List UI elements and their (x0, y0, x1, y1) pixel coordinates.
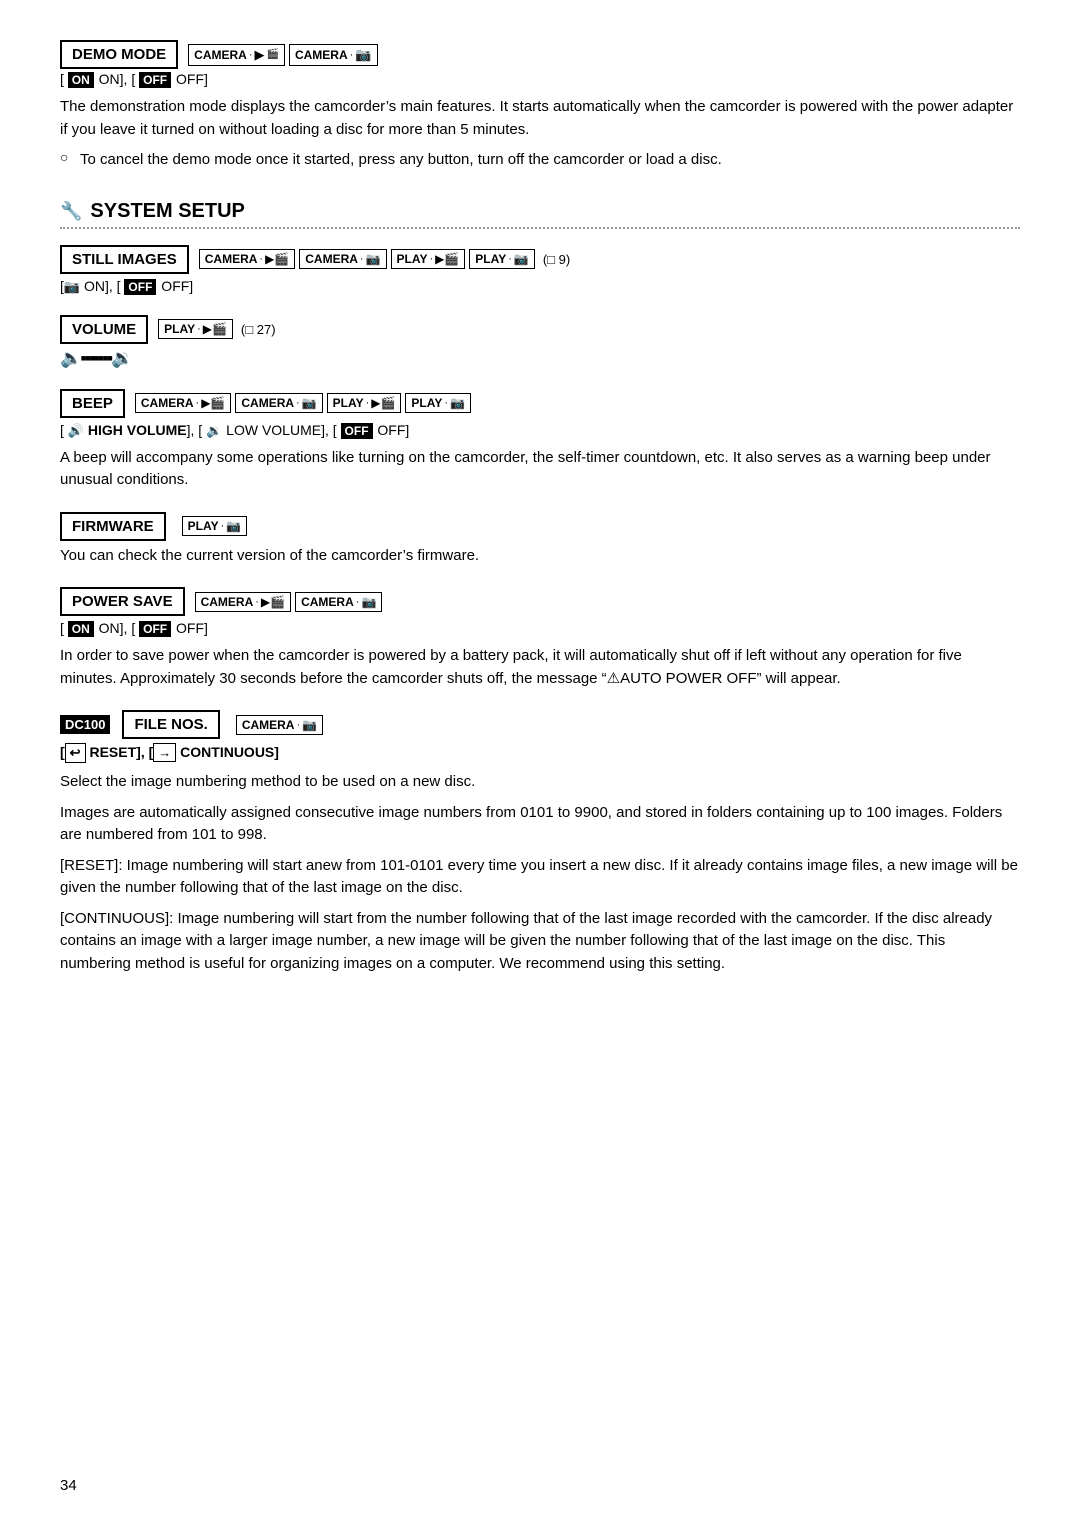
still-images-badges: CAMERA · ▶🎬 CAMERA · 📷 PLAY · ▶🎬 PLAY · (199, 249, 570, 269)
file-nos-para3: [RESET]: Image numbering will start anew… (60, 855, 1020, 900)
continuous-badge: → (153, 743, 176, 762)
file-nos-badges: CAMERA · 📷 (236, 715, 323, 735)
demo-mode-header-row: DEMO MODE CAMERA · ▶ 🎬 CAMERA · 📷 (60, 40, 1020, 69)
beep-play-video: PLAY · ▶🎬 (327, 393, 402, 413)
page-number: 34 (60, 1477, 77, 1494)
volume-icon: 🔈▪▪▪▪▪▪▪🔉 (60, 348, 132, 368)
ps-camera-video: CAMERA · ▶🎬 (195, 592, 292, 612)
firmware-para1: You can check the current version of the… (60, 545, 1020, 568)
ps-camera-still: CAMERA · 📷 (295, 592, 382, 612)
file-nos-header: DC100 FILE NOS. CAMERA · 📷 (60, 710, 1020, 739)
beep-play-still: PLAY · 📷 (405, 393, 471, 413)
camera-still-badge-1: CAMERA · 📷 (289, 44, 378, 66)
volume-header: VOLUME PLAY · ▶🎬 (□ 27) (60, 315, 1020, 344)
beep-section: BEEP CAMERA · ▶🎬 CAMERA · 📷 PLAY · ▶🎬 (60, 389, 1020, 492)
volume-badges: PLAY · ▶🎬 (□ 27) (158, 319, 275, 339)
power-save-section: POWER SAVE CAMERA · ▶🎬 CAMERA · 📷 [ ON O… (60, 587, 1020, 690)
demo-mode-section: DEMO MODE CAMERA · ▶ 🎬 CAMERA · 📷 [ ON O… (60, 40, 1020, 172)
file-nos-title: FILE NOS. (122, 710, 219, 739)
demo-mode-bullet: ○ To cancel the demo mode once it starte… (60, 149, 1020, 172)
setup-icon: 🔧 (60, 201, 82, 222)
system-setup-section: 🔧 SYSTEM SETUP STILL IMAGES CAMERA · ▶🎬 … (60, 200, 1020, 976)
fn-camera-still: CAMERA · 📷 (236, 715, 323, 735)
still-images-header: STILL IMAGES CAMERA · ▶🎬 CAMERA · 📷 PLAY… (60, 245, 1020, 274)
dotted-divider (60, 227, 1020, 229)
off-badge: OFF (139, 72, 171, 88)
beep-title: BEEP (60, 389, 125, 418)
power-save-options: [ ON ON], [ OFF OFF] (60, 620, 1020, 637)
volume-title: VOLUME (60, 315, 148, 344)
file-nos-options: [↩ RESET], [→ CONTINUOUS] (60, 743, 1020, 763)
camera-video-badge-1: CAMERA · ▶ 🎬 (188, 44, 285, 66)
volume-section: VOLUME PLAY · ▶🎬 (□ 27) 🔈▪▪▪▪▪▪▪🔉 (60, 315, 1020, 369)
demo-mode-title: DEMO MODE (60, 40, 178, 69)
vol-play-video-badge: PLAY · ▶🎬 (158, 319, 233, 339)
file-nos-para4: [CONTINUOUS]: Image numbering will start… (60, 908, 1020, 976)
file-nos-para2: Images are automatically assigned consec… (60, 802, 1020, 847)
firmware-section: FIRMWARE PLAY · 📷 You can check the curr… (60, 512, 1020, 568)
beep-camera-still: CAMERA · 📷 (235, 393, 322, 413)
system-setup-title: 🔧 SYSTEM SETUP (60, 200, 1020, 223)
firmware-badges: PLAY · 📷 (182, 516, 248, 536)
si-play-video-badge: PLAY · ▶🎬 (391, 249, 466, 269)
file-nos-section: DC100 FILE NOS. CAMERA · 📷 [↩ RESET], [→… (60, 710, 1020, 975)
si-play-still-badge: PLAY · 📷 (469, 249, 535, 269)
firmware-header: FIRMWARE PLAY · 📷 (60, 512, 1020, 541)
beep-camera-video: CAMERA · ▶🎬 (135, 393, 232, 413)
volume-options: 🔈▪▪▪▪▪▪▪🔉 (60, 348, 1020, 369)
firmware-play-still: PLAY · 📷 (182, 516, 248, 536)
power-save-badges: CAMERA · ▶🎬 CAMERA · 📷 (195, 592, 383, 612)
reset-badge: ↩ (65, 743, 86, 763)
ps-on-badge: ON (68, 621, 94, 637)
si-camera-still-badge: CAMERA · 📷 (299, 249, 386, 269)
dc100-badge: DC100 (60, 715, 110, 734)
demo-mode-options: [ ON ON], [ OFF OFF] (60, 71, 1020, 88)
beep-options: [ 🔊 HIGH VOLUME], [ 🔉 LOW VOLUME], [ OFF… (60, 422, 1020, 439)
power-save-header: POWER SAVE CAMERA · ▶🎬 CAMERA · 📷 (60, 587, 1020, 616)
firmware-title: FIRMWARE (60, 512, 166, 541)
beep-para1: A beep will accompany some operations li… (60, 447, 1020, 492)
page-footer: 34 (60, 1477, 77, 1494)
ps-off-badge: OFF (139, 621, 171, 637)
still-images-title: STILL IMAGES (60, 245, 189, 274)
power-save-para1: In order to save power when the camcorde… (60, 645, 1020, 690)
demo-mode-badges: CAMERA · ▶ 🎬 CAMERA · 📷 (188, 44, 377, 66)
power-save-title: POWER SAVE (60, 587, 185, 616)
on-badge: ON (68, 72, 94, 88)
still-images-section: STILL IMAGES CAMERA · ▶🎬 CAMERA · 📷 PLAY… (60, 245, 1020, 295)
beep-badges: CAMERA · ▶🎬 CAMERA · 📷 PLAY · ▶🎬 PLAY · (135, 393, 471, 413)
still-off-badge: OFF (124, 279, 156, 295)
beep-off-badge: OFF (341, 423, 373, 439)
demo-mode-para1: The demonstration mode displays the camc… (60, 96, 1020, 141)
file-nos-para1: Select the image numbering method to be … (60, 771, 1020, 794)
still-images-options: [📷 ON], [ OFF OFF] (60, 278, 1020, 295)
beep-header: BEEP CAMERA · ▶🎬 CAMERA · 📷 PLAY · ▶🎬 (60, 389, 1020, 418)
si-camera-video-badge: CAMERA · ▶🎬 (199, 249, 296, 269)
